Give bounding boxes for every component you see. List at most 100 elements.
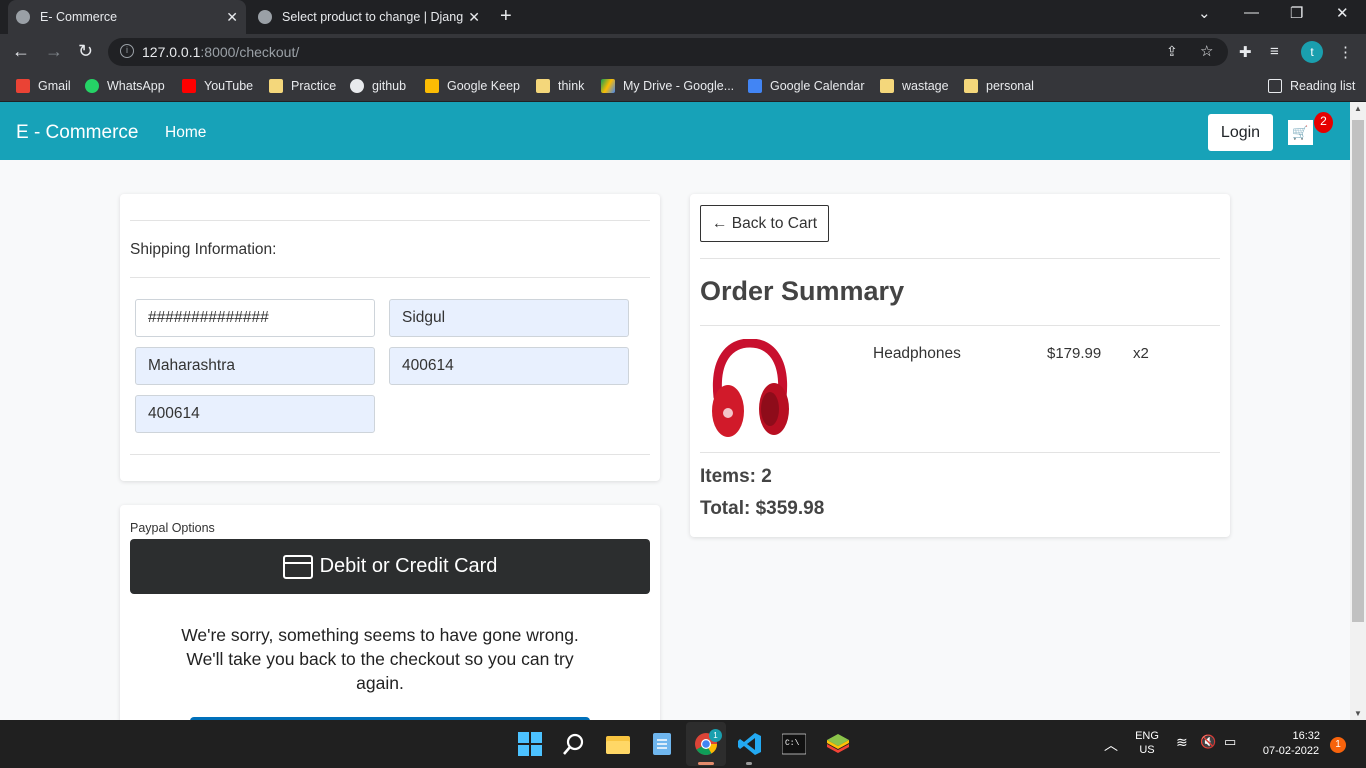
active-indicator: [698, 762, 714, 765]
svg-text:C:\: C:\: [785, 739, 800, 748]
divider: [700, 452, 1220, 453]
folder-icon: [269, 79, 283, 93]
site-info-icon[interactable]: i: [120, 44, 134, 58]
gmail-icon: [16, 79, 30, 93]
calendar-icon: [748, 79, 762, 93]
lang-code: ENG: [1135, 730, 1159, 742]
city-field[interactable]: Sidgul: [389, 299, 629, 337]
extensions-icon[interactable]: ✚: [1239, 43, 1252, 61]
minimize-icon[interactable]: —: [1244, 4, 1259, 21]
debit-credit-card-button[interactable]: Debit or Credit Card: [130, 539, 650, 594]
windows-taskbar: 1 C:\ ︿ ENG US ≋ 🔇 ▭ 16:32 07-02-2022 1: [0, 720, 1366, 768]
bookmark-label: github: [372, 79, 407, 93]
divider: [130, 277, 650, 278]
bookmarks-bar: Gmail WhatsApp YouTube Practice github G…: [0, 70, 1366, 102]
paypal-error-message: We're sorry, something seems to have gon…: [181, 625, 579, 693]
url-host: 127.0.0.1: [142, 44, 201, 60]
close-tab-icon[interactable]: ✕: [468, 9, 480, 26]
bookmark-star-icon[interactable]: ☆: [1200, 42, 1213, 60]
reading-list-label: Reading list: [1290, 79, 1356, 93]
tab-search-icon[interactable]: ⌄: [1198, 4, 1211, 22]
bookmark-label: Google Keep: [447, 79, 520, 93]
back-icon[interactable]: ←: [12, 41, 30, 62]
globe-icon: [258, 10, 272, 24]
divider: [700, 325, 1220, 326]
country-field[interactable]: 400614: [135, 395, 375, 433]
bookmark-label: Practice: [291, 79, 337, 93]
bookmark-youtube[interactable]: YouTube: [182, 77, 253, 95]
zipcode-field[interactable]: 400614: [389, 347, 629, 385]
bluestacks-icon[interactable]: [826, 732, 850, 756]
clock-date: 07-02-2022: [1262, 745, 1320, 757]
forward-icon[interactable]: →: [45, 41, 63, 62]
bookmark-label: Gmail: [38, 79, 71, 93]
bookmark-google-keep[interactable]: Google Keep: [425, 77, 520, 95]
paypal-box: Paypal Options Debit or Credit Card We'r…: [120, 505, 660, 720]
shipping-form-box: Shipping Information: ############## Sid…: [120, 194, 660, 481]
volume-muted-icon[interactable]: 🔇: [1200, 734, 1216, 750]
page-scrollbar[interactable]: ▲ ▼: [1350, 102, 1366, 720]
search-icon[interactable]: [562, 732, 586, 756]
bookmark-personal[interactable]: personal: [964, 77, 1034, 95]
notification-badge[interactable]: 1: [1330, 737, 1346, 753]
clock[interactable]: 16:32 07-02-2022: [1256, 730, 1326, 757]
bookmark-think[interactable]: think: [536, 77, 584, 95]
tray-overflow-icon[interactable]: ︿: [1104, 735, 1118, 755]
page-content: Shipping Information: ############## Sid…: [0, 160, 1350, 720]
address-toolbar: ← → ↻ i 127.0.0.1:8000/checkout/ ⇪ ☆ ✚ ≡…: [0, 34, 1366, 70]
language-indicator[interactable]: ENG US: [1134, 730, 1160, 756]
profile-avatar[interactable]: t: [1301, 41, 1323, 63]
scroll-down-icon[interactable]: ▼: [1354, 709, 1362, 718]
cart-icon[interactable]: 🛒: [1288, 120, 1313, 145]
address-field[interactable]: ##############: [135, 299, 375, 337]
menu-icon[interactable]: ⋮: [1338, 43, 1353, 61]
bookmark-label: think: [558, 79, 585, 93]
login-button[interactable]: Login: [1208, 114, 1273, 151]
back-to-cart-button[interactable]: ← Back to Cart: [700, 205, 829, 242]
item-price: $179.99: [1047, 345, 1102, 362]
tab-ecommerce[interactable]: E- Commerce ✕: [8, 0, 246, 34]
youtube-icon: [182, 79, 196, 93]
new-tab-icon[interactable]: +: [500, 5, 512, 28]
battery-icon[interactable]: ▭: [1224, 734, 1236, 750]
url-bar[interactable]: i 127.0.0.1:8000/checkout/ ⇪ ☆: [108, 38, 1228, 66]
bookmark-label: YouTube: [204, 79, 254, 93]
state-field[interactable]: Maharashtra: [135, 347, 375, 385]
region-code: US: [1139, 744, 1155, 756]
bookmark-whatsapp[interactable]: WhatsApp: [85, 77, 165, 95]
divider: [700, 258, 1220, 259]
close-window-icon[interactable]: ✕: [1336, 4, 1349, 22]
reload-icon[interactable]: ↻: [78, 41, 93, 62]
start-icon[interactable]: [518, 732, 542, 756]
bookmark-label: WhatsApp: [107, 79, 165, 93]
folder-icon: [536, 79, 550, 93]
bookmark-my-drive[interactable]: My Drive - Google...: [601, 77, 734, 95]
restore-icon[interactable]: ❐: [1290, 4, 1303, 22]
divider: [130, 454, 650, 455]
scrollbar-thumb[interactable]: [1352, 120, 1364, 622]
share-icon[interactable]: ⇪: [1166, 43, 1178, 60]
terminal-icon[interactable]: C:\: [781, 732, 807, 756]
order-summary-box: ← Back to Cart Order Summary Headphones …: [690, 194, 1230, 537]
bookmark-gmail[interactable]: Gmail: [16, 77, 71, 95]
site-navbar: E - Commerce Home Login 🛒: [0, 102, 1350, 160]
close-tab-icon[interactable]: ✕: [226, 9, 238, 26]
brand-link[interactable]: E - Commerce: [16, 122, 138, 144]
order-total: Total: $359.98: [700, 498, 825, 519]
vscode-icon[interactable]: [738, 732, 762, 756]
file-explorer-icon[interactable]: [606, 732, 630, 756]
bookmark-practice[interactable]: Practice: [269, 77, 336, 95]
bookmark-wastage[interactable]: wastage: [880, 77, 949, 95]
bookmark-label: personal: [986, 79, 1034, 93]
media-icon[interactable]: ≡: [1270, 43, 1279, 60]
nav-home-link[interactable]: Home: [165, 124, 206, 142]
bookmark-github[interactable]: github: [350, 77, 406, 95]
reading-list[interactable]: Reading list: [1268, 77, 1355, 95]
bookmark-google-calendar[interactable]: Google Calendar: [748, 77, 865, 95]
scroll-up-icon[interactable]: ▲: [1354, 104, 1362, 113]
wifi-icon[interactable]: ≋: [1176, 734, 1188, 751]
notepad-icon[interactable]: [650, 732, 674, 756]
drive-icon: [601, 79, 615, 93]
tab-django-admin[interactable]: Select product to change | Djang ✕: [250, 0, 488, 34]
tab-title: E- Commerce: [40, 10, 118, 24]
